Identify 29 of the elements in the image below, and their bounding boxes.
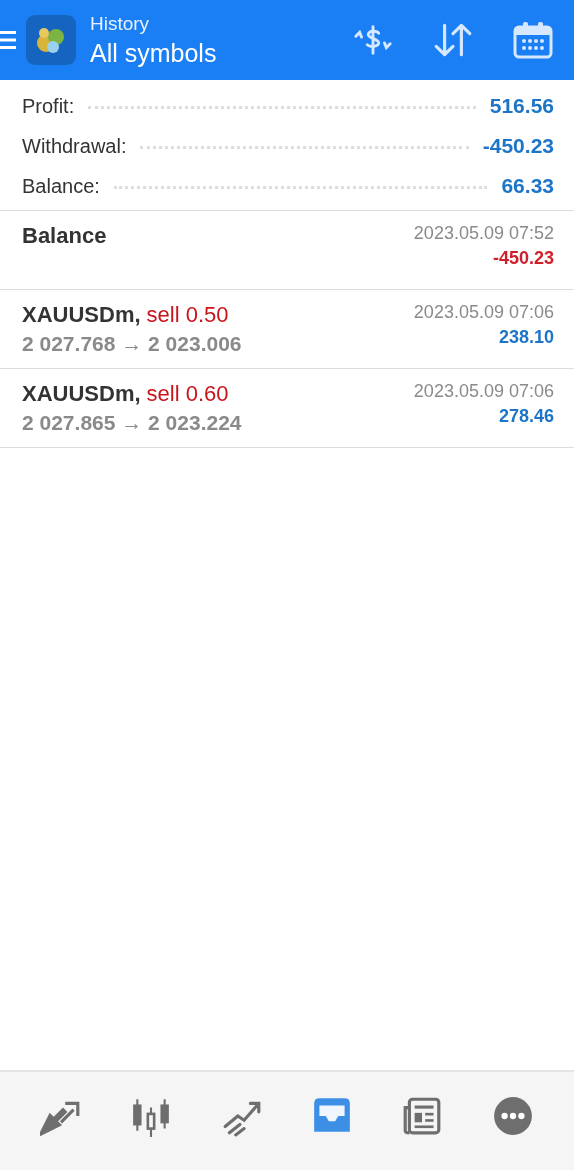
sort-icon[interactable] (432, 21, 474, 59)
deal-amount: 238.10 (498, 327, 554, 348)
screen-title: History (90, 12, 151, 35)
deal-order: sell 0.60 (146, 381, 229, 407)
summary-label: Balance: (22, 175, 100, 198)
deal-prices: 2 027.865 → 2 023.224 (22, 411, 242, 435)
summary-value: 516.56 (489, 94, 554, 118)
deal-symbol: XAUUSDm, (22, 381, 141, 407)
deal-time: 2023.05.09 07:52 (413, 223, 554, 244)
deal-time: 2023.05.09 07:06 (413, 381, 554, 402)
symbol-filter[interactable]: All symbols (90, 38, 217, 68)
deal-row[interactable]: XAUUSDm, sell 0.50 2 027.768 → 2 023.006 2023.05.09 07:06 238.10 (0, 290, 574, 369)
deal-time: 2023.05.09 07:06 (413, 302, 554, 323)
calendar-icon[interactable] (512, 21, 554, 59)
app-logo-icon (26, 15, 76, 65)
deal-order: sell 0.50 (146, 302, 229, 328)
deal-row[interactable]: Balance 2023.05.09 07:52 -450.23 (0, 211, 574, 290)
chat-bubble-icon[interactable] (491, 1095, 534, 1137)
deal-row[interactable]: XAUUSDm, sell 0.60 2 027.865 → 2 023.224 2023.05.09 07:06 278.46 (0, 369, 574, 448)
summary-label: Withdrawal: (22, 135, 127, 158)
deal-title: Balance (22, 223, 107, 249)
menu-icon[interactable] (0, 29, 16, 51)
summary-label: Profit: (22, 95, 75, 118)
deal-symbol: XAUUSDm, (22, 302, 141, 328)
deal-amount: -450.23 (492, 248, 554, 269)
summary-value: -450.23 (482, 134, 554, 158)
summary-value: 66.33 (501, 174, 554, 198)
deal-prices: 2 027.768 → 2 023.006 (22, 332, 242, 356)
deal-amount: 278.46 (498, 406, 554, 427)
